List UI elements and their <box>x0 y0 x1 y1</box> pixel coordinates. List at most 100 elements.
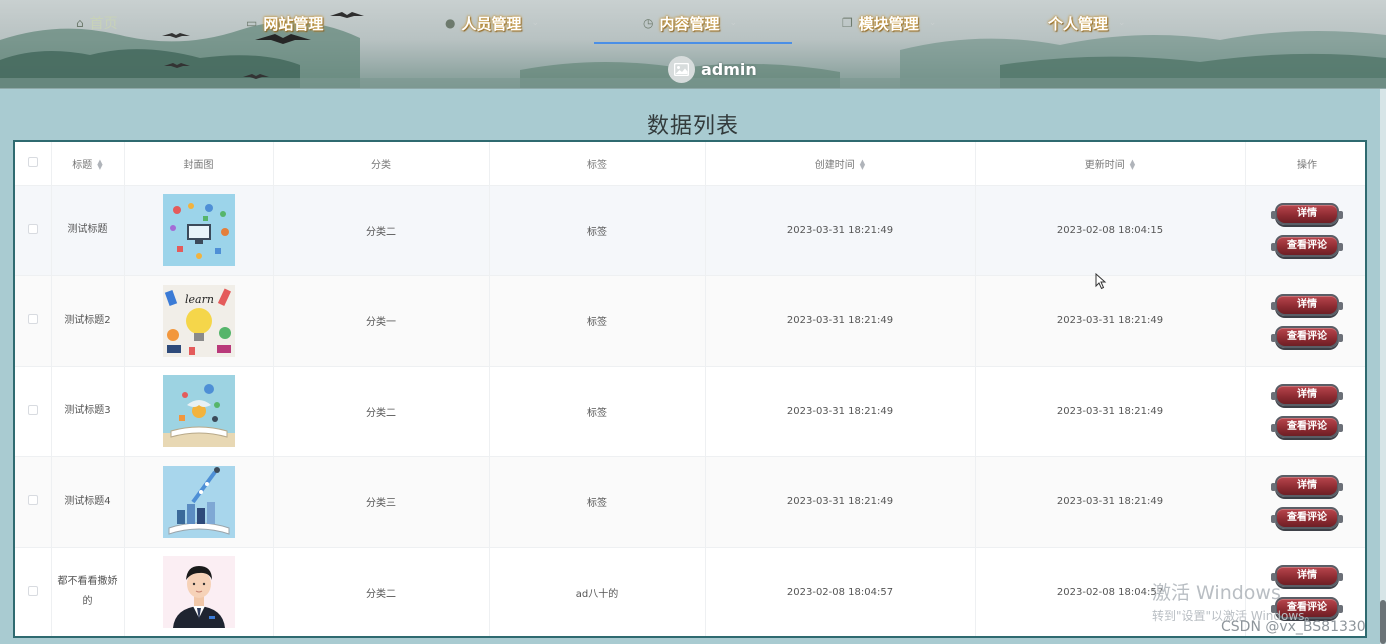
column-header-label: 标签 <box>587 159 607 171</box>
cover-image-web-icons <box>162 194 235 267</box>
category-cell: 分类三 <box>273 456 490 548</box>
table-row: 测试标题 分类二 标签 2023-03-31 18:21:49 2023-02-… <box>15 185 1365 276</box>
row-checkbox[interactable] <box>27 585 38 596</box>
created-time-cell: 2023-03-31 18:21:49 <box>705 456 976 548</box>
detail-button[interactable]: 详情 <box>1271 474 1343 497</box>
windows-activation-watermark: 激活 Windows 转到"设置"以激活 Windows。 <box>1152 578 1316 624</box>
actions-cell: 详情 查看评论 <box>1245 456 1365 548</box>
page-title: 数据列表 <box>646 114 739 139</box>
nav-item-home[interactable]: ⌂ 首页 <box>76 0 118 46</box>
column-header-label: 创建时间 <box>814 159 855 171</box>
column-header-cover: 封面图 <box>124 142 274 186</box>
chevron-down-icon: ⌄ <box>531 18 540 28</box>
nav-item-label: 模块管理 <box>858 14 919 33</box>
tag-cell: 标签 <box>489 275 706 367</box>
copy-icon: ❐ <box>842 16 853 30</box>
table-row: 测试标题3 分类二 标签 2023-03-31 18:21:49 2023-03… <box>15 366 1365 457</box>
cover-cell <box>124 547 274 636</box>
select-all-cell <box>15 142 52 186</box>
row-select-cell <box>15 275 52 367</box>
detail-button[interactable]: 详情 <box>1271 203 1343 226</box>
category-cell: 分类二 <box>273 366 490 457</box>
active-tab-indicator <box>594 42 792 44</box>
column-header-label: 更新时间 <box>1084 159 1125 171</box>
row-select-cell <box>15 185 52 276</box>
column-header-label: 分类 <box>371 159 391 171</box>
select-all-checkbox[interactable] <box>27 156 38 167</box>
created-time-cell: 2023-03-31 18:21:49 <box>705 275 976 367</box>
data-table: 标题 ▲ ▼ 封面图 分类 标签 创建时间 ▲ ▼ 更新时间 ▲ ▼ 操作 测试标题 <box>13 140 1367 638</box>
sort-icon[interactable]: ▲ ▼ <box>97 158 102 170</box>
detail-button[interactable]: 详情 <box>1271 384 1343 407</box>
header-banner: ⌂ 首页 ▭ 网站管理 ● 人员管理 ⌄ ◷ 内容管理 ⌄ ❐ 模块管理 ⌄ 个… <box>0 0 1386 89</box>
updated-time-cell: 2023-02-08 18:04:15 <box>975 185 1246 276</box>
column-header-label: 标题 <box>72 159 93 171</box>
nav-item-label: 个人管理 <box>1048 14 1109 33</box>
image-icon <box>674 62 689 76</box>
category-cell: 分类二 <box>273 185 490 276</box>
nav-item-label: 网站管理 <box>263 14 324 33</box>
view-comments-button[interactable]: 查看评论 <box>1271 325 1343 348</box>
nav-item-module-management[interactable]: ❐ 模块管理 ⌄ <box>842 0 936 46</box>
created-time-cell: 2023-03-31 18:21:49 <box>705 185 976 276</box>
home-icon: ⌂ <box>76 16 84 30</box>
username: admin <box>701 59 757 79</box>
table-row: 测试标题4 分类三 标签 2023-03-31 18:21:49 2023-03… <box>15 456 1365 548</box>
row-checkbox[interactable] <box>27 404 38 415</box>
actions-cell: 详情 查看评论 <box>1245 275 1365 367</box>
column-header-actions: 操作 <box>1245 142 1365 186</box>
user-menu[interactable]: admin <box>668 55 757 83</box>
title-cell: 测试标题4 <box>51 456 125 548</box>
detail-button[interactable]: 详情 <box>1271 293 1343 316</box>
chevron-down-icon: ⌄ <box>729 18 738 28</box>
monitor-icon: ▭ <box>246 16 258 30</box>
table-header-row: 标题 ▲ ▼ 封面图 分类 标签 创建时间 ▲ ▼ 更新时间 ▲ ▼ 操作 <box>15 142 1365 186</box>
nav-item-website-management[interactable]: ▭ 网站管理 <box>246 0 323 46</box>
column-header-label: 操作 <box>1297 159 1317 171</box>
mouse-cursor-icon <box>1095 273 1107 290</box>
view-comments-button[interactable]: 查看评论 <box>1271 416 1343 439</box>
nav-item-content-management[interactable]: ◷ 内容管理 ⌄ <box>643 0 737 46</box>
view-comments-button[interactable]: 查看评论 <box>1271 506 1343 529</box>
page-scrollbar-track[interactable] <box>1380 89 1386 644</box>
cover-image-book-city <box>162 465 235 538</box>
tag-cell: 标签 <box>489 456 706 548</box>
column-header-title[interactable]: 标题 ▲ ▼ <box>51 142 125 186</box>
column-header-created[interactable]: 创建时间 ▲ ▼ <box>705 142 976 186</box>
row-select-cell <box>15 456 52 548</box>
row-select-cell <box>15 547 52 636</box>
sort-icon[interactable]: ▲ ▼ <box>860 158 865 170</box>
category-cell: 分类二 <box>273 547 490 636</box>
watermark-line-1: 激活 Windows <box>1152 582 1281 604</box>
nav-item-label: 内容管理 <box>659 14 720 33</box>
row-checkbox[interactable] <box>27 314 38 325</box>
created-time-cell: 2023-03-31 18:21:49 <box>705 366 976 457</box>
column-header-category: 分类 <box>273 142 490 186</box>
updated-time-cell: 2023-03-31 18:21:49 <box>975 456 1246 548</box>
cover-image-open-book-elements <box>162 375 235 448</box>
cover-cell <box>124 185 274 276</box>
tag-cell: 标签 <box>489 185 706 276</box>
table-row: 测试标题2 learn 分类一 标签 2023-03-31 18:21:49 2… <box>15 275 1365 367</box>
chevron-down-icon: ⌄ <box>1118 18 1126 28</box>
svg-text:learn: learn <box>185 293 214 306</box>
nav-item-personal-management[interactable]: 个人管理 ⌄ <box>1048 0 1126 46</box>
csdn-watermark: CSDN @vx_BS81330 <box>1221 619 1366 635</box>
page-scrollbar-thumb[interactable] <box>1380 600 1386 644</box>
actions-cell: 详情 查看评论 <box>1245 185 1365 276</box>
created-time-cell: 2023-02-08 18:04:57 <box>705 547 976 636</box>
cover-cell <box>124 456 274 548</box>
sort-icon[interactable]: ▲ ▼ <box>1130 158 1135 170</box>
row-checkbox[interactable] <box>27 223 38 234</box>
view-comments-button[interactable]: 查看评论 <box>1271 235 1343 258</box>
row-checkbox[interactable] <box>27 495 38 506</box>
column-header-updated[interactable]: 更新时间 ▲ ▼ <box>975 142 1246 186</box>
title-cell: 测试标题3 <box>51 366 125 457</box>
cover-cell: learn <box>124 275 274 367</box>
title-cell: 测试标题 <box>51 185 125 276</box>
column-header-label: 封面图 <box>183 159 214 171</box>
title-cell: 都不看看撒娇的 <box>51 547 125 636</box>
nav-item-personnel-management[interactable]: ● 人员管理 ⌄ <box>445 0 539 46</box>
nav-item-label: 人员管理 <box>461 14 522 33</box>
updated-time-cell: 2023-03-31 18:21:49 <box>975 366 1246 457</box>
